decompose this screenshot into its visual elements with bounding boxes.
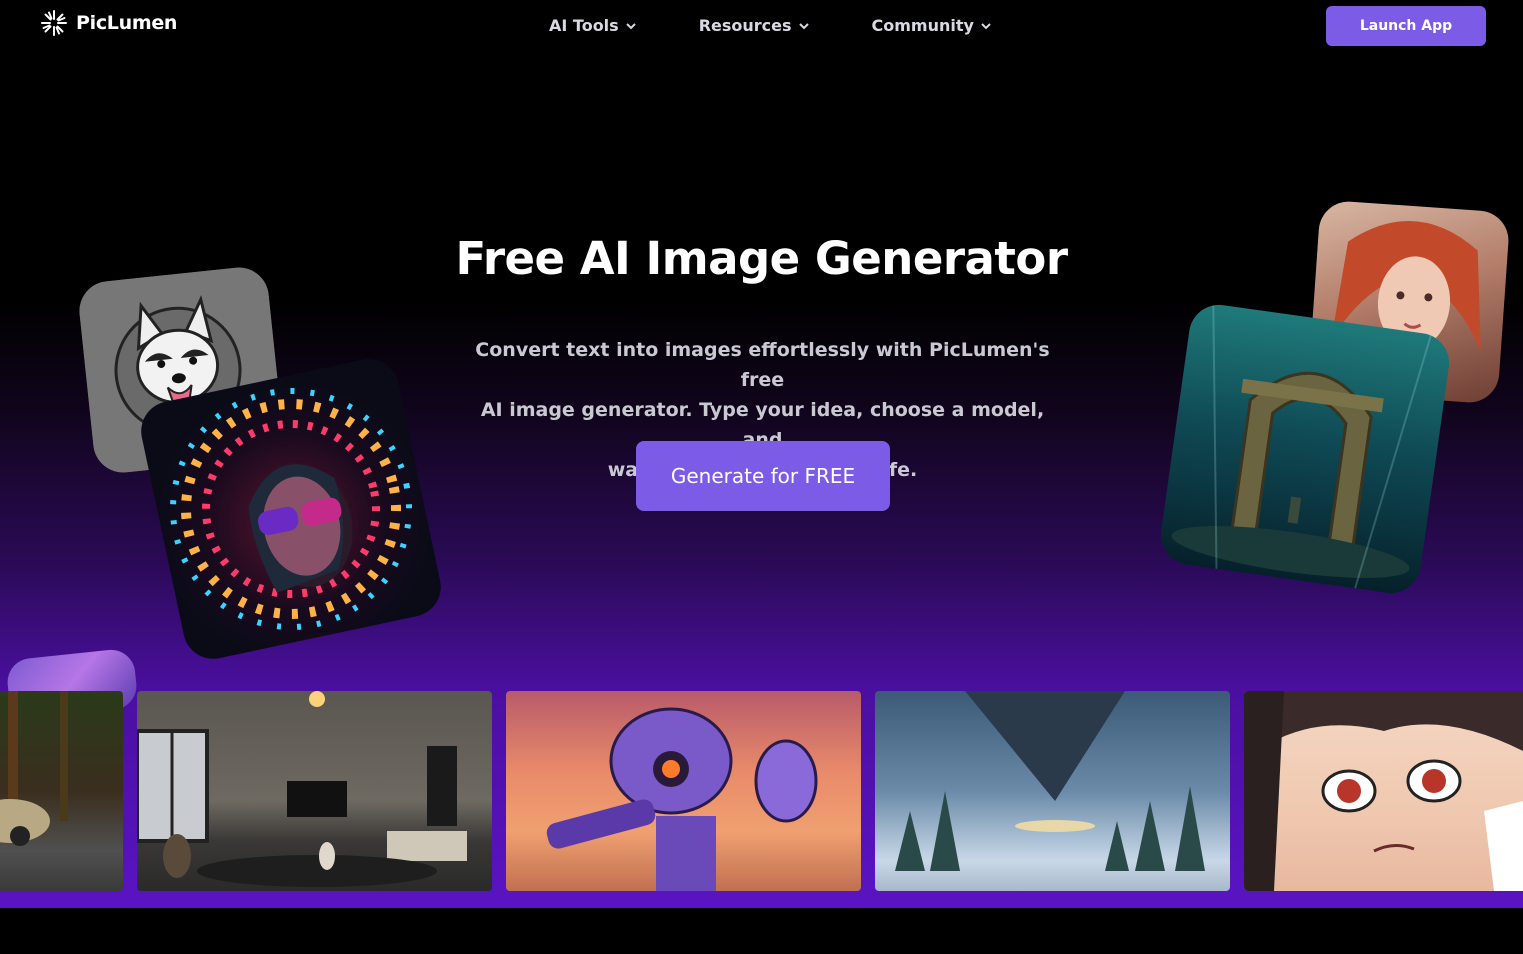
bokeh-lights [170, 388, 412, 630]
forest-car-illustration [0, 691, 68, 846]
nav-item-label: Resources [698, 16, 792, 35]
top-navbar: PicLumen AI Tools Resources Community La… [0, 0, 1523, 52]
page-footer-band [0, 908, 1523, 954]
nav-item-ai-tools[interactable]: AI Tools [549, 16, 637, 35]
strip-snowy-forest-image [875, 691, 1230, 891]
nav-menu: AI Tools Resources Community [549, 16, 992, 35]
nav-item-label: AI Tools [549, 16, 619, 35]
robot-illustration [546, 707, 818, 891]
launch-app-button[interactable]: Launch App [1326, 6, 1486, 46]
generate-free-button[interactable]: Generate for FREE [636, 441, 890, 511]
chevron-down-icon [981, 22, 991, 29]
strip-anime-character-image [1244, 691, 1523, 891]
brand-name: PicLumen [76, 12, 178, 34]
strip-purple-robot-image [506, 691, 861, 891]
brand-logo[interactable]: PicLumen [40, 9, 177, 37]
subtitle-line: Convert text into images effortlessly wi… [475, 339, 1050, 391]
anime-illustration [1244, 691, 1523, 891]
sparkle-burst-icon [41, 10, 67, 36]
strip-interior-room-image [137, 691, 492, 891]
strip-forest-car-image [0, 691, 123, 891]
ruins-illustration [1171, 303, 1433, 589]
nav-item-community[interactable]: Community [872, 16, 992, 35]
underwater-ruins-image [1157, 301, 1453, 597]
snow-forest-illustration [895, 691, 1205, 871]
nav-item-label: Community [871, 16, 974, 35]
nav-item-resources[interactable]: Resources [699, 16, 810, 35]
chevron-down-icon [798, 22, 809, 29]
neon-woman-portrait-image [135, 353, 447, 665]
room-illustration [137, 691, 467, 887]
chevron-down-icon [625, 22, 636, 29]
